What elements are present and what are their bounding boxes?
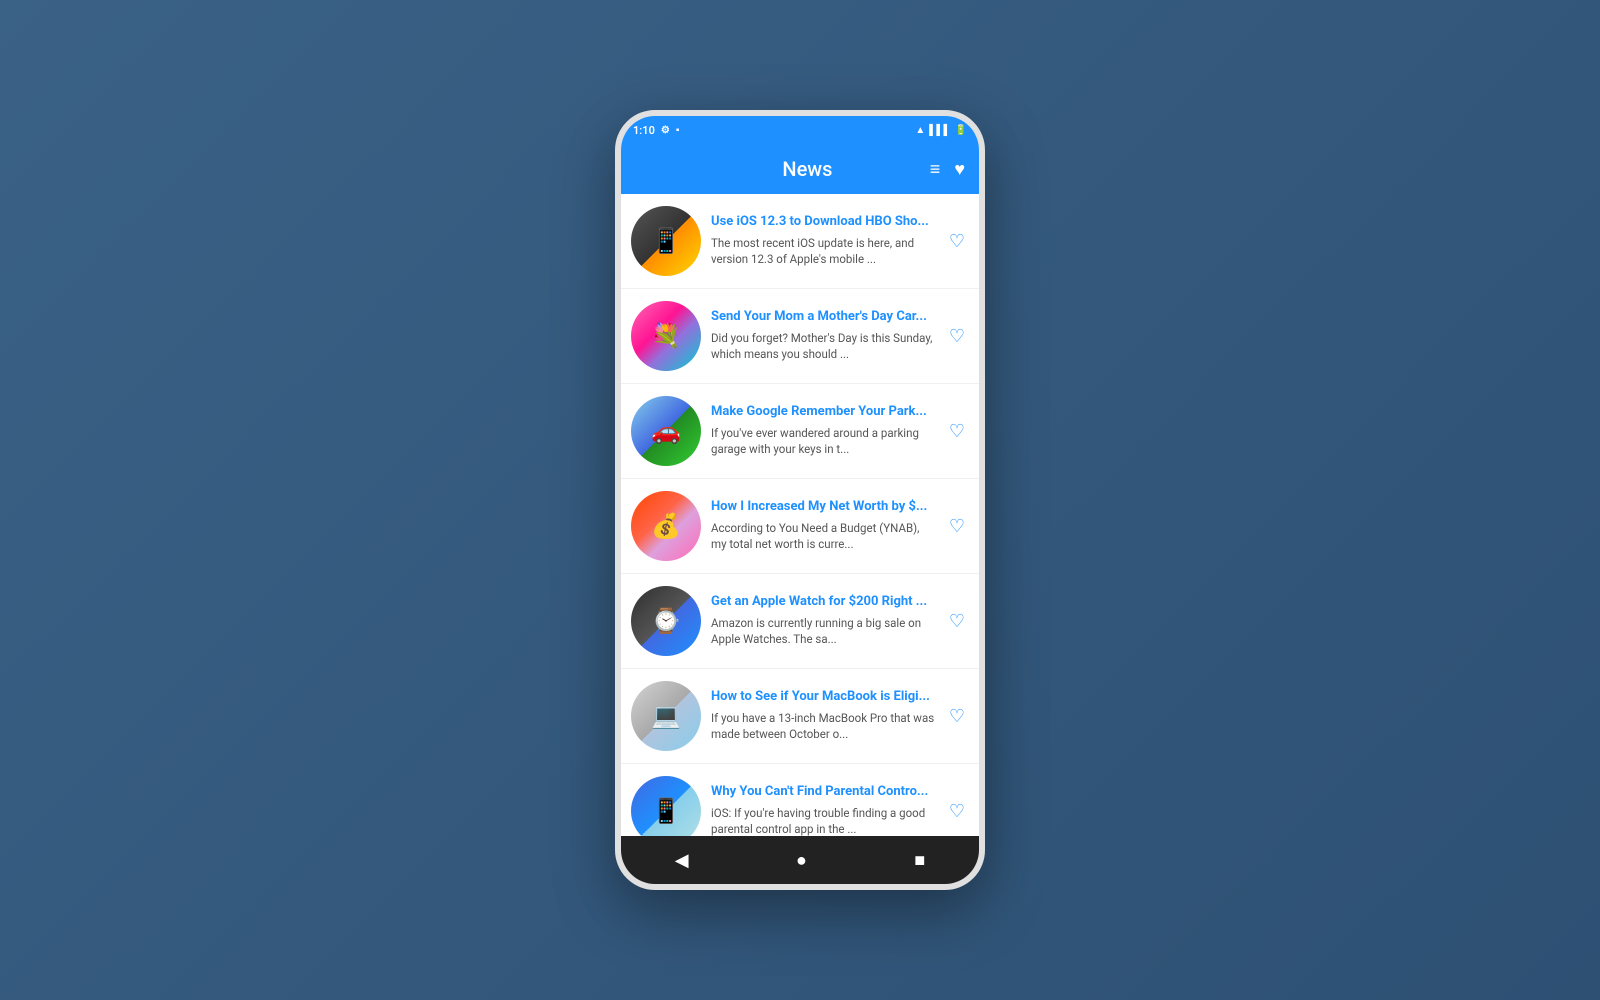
news-thumbnail: 📱 bbox=[631, 206, 701, 276]
signal-icon: ▌▌▌ bbox=[929, 125, 950, 136]
thumb-image: 💻 bbox=[631, 681, 701, 751]
news-title: Send Your Mom a Mother's Day Car... bbox=[711, 309, 935, 326]
back-button[interactable]: ◀ bbox=[659, 842, 705, 879]
news-item[interactable]: 💐 Send Your Mom a Mother's Day Car... Di… bbox=[621, 289, 979, 384]
news-thumbnail: 📱 bbox=[631, 776, 701, 836]
home-button[interactable]: ● bbox=[780, 842, 823, 879]
like-button[interactable]: ♡ bbox=[945, 702, 969, 731]
status-left: 1:10 ⚙ ▪ bbox=[633, 124, 679, 137]
battery-status-icon: ▪ bbox=[676, 125, 680, 136]
news-item[interactable]: 💰 How I Increased My Net Worth by $... A… bbox=[621, 479, 979, 574]
news-content: Get an Apple Watch for $200 Right ... Am… bbox=[711, 594, 935, 647]
news-item[interactable]: 🚗 Make Google Remember Your Park... If y… bbox=[621, 384, 979, 479]
app-bar-title: News bbox=[685, 157, 930, 181]
news-excerpt: If you have a 13-inch MacBook Pro that w… bbox=[711, 710, 935, 742]
news-thumbnail: 💻 bbox=[631, 681, 701, 751]
news-title: Use iOS 12.3 to Download HBO Sho... bbox=[711, 214, 935, 231]
news-content: How I Increased My Net Worth by $... Acc… bbox=[711, 499, 935, 552]
news-title: How I Increased My Net Worth by $... bbox=[711, 499, 935, 516]
news-list: 📱 Use iOS 12.3 to Download HBO Sho... Th… bbox=[621, 194, 979, 836]
settings-icon: ⚙ bbox=[661, 125, 670, 136]
news-thumbnail: ⌚ bbox=[631, 586, 701, 656]
status-bar: 1:10 ⚙ ▪ ▲ ▌▌▌ 🔋 bbox=[621, 116, 979, 144]
news-content: How to See if Your MacBook is Eligi... I… bbox=[711, 689, 935, 742]
like-button[interactable]: ♡ bbox=[945, 227, 969, 256]
like-button[interactable]: ♡ bbox=[945, 417, 969, 446]
status-right: ▲ ▌▌▌ 🔋 bbox=[915, 125, 967, 136]
news-title: Get an Apple Watch for $200 Right ... bbox=[711, 594, 935, 611]
news-item[interactable]: 💻 How to See if Your MacBook is Eligi...… bbox=[621, 669, 979, 764]
battery-icon: 🔋 bbox=[955, 125, 967, 136]
thumb-image: 💐 bbox=[631, 301, 701, 371]
news-excerpt: Amazon is currently running a big sale o… bbox=[711, 615, 935, 647]
news-title: How to See if Your MacBook is Eligi... bbox=[711, 689, 935, 706]
like-button[interactable]: ♡ bbox=[945, 322, 969, 351]
filter-icon[interactable]: ≡ bbox=[930, 159, 941, 180]
thumb-image: 📱 bbox=[631, 776, 701, 836]
news-content: Use iOS 12.3 to Download HBO Sho... The … bbox=[711, 214, 935, 267]
like-button[interactable]: ♡ bbox=[945, 797, 969, 826]
thumb-image: ⌚ bbox=[631, 586, 701, 656]
bottom-nav: ◀ ● ■ bbox=[621, 836, 979, 884]
news-title: Make Google Remember Your Park... bbox=[711, 404, 935, 421]
news-thumbnail: 💐 bbox=[631, 301, 701, 371]
news-content: Why You Can't Find Parental Contro... iO… bbox=[711, 784, 935, 836]
phone-frame: 1:10 ⚙ ▪ ▲ ▌▌▌ 🔋 News ≡ ♥ 📱 Use iOS 12.3… bbox=[615, 110, 985, 890]
news-excerpt: Did you forget? Mother's Day is this Sun… bbox=[711, 330, 935, 362]
time-display: 1:10 bbox=[633, 124, 655, 137]
wifi-icon: ▲ bbox=[915, 125, 925, 136]
news-excerpt: If you've ever wandered around a parking… bbox=[711, 425, 935, 457]
news-thumbnail: 🚗 bbox=[631, 396, 701, 466]
news-excerpt: According to You Need a Budget (YNAB), m… bbox=[711, 520, 935, 552]
like-button[interactable]: ♡ bbox=[945, 512, 969, 541]
news-item[interactable]: 📱 Why You Can't Find Parental Contro... … bbox=[621, 764, 979, 836]
news-thumbnail: 💰 bbox=[631, 491, 701, 561]
favorites-icon[interactable]: ♥ bbox=[954, 159, 965, 180]
news-excerpt: iOS: If you're having trouble finding a … bbox=[711, 805, 935, 836]
app-bar: News ≡ ♥ bbox=[621, 144, 979, 194]
news-excerpt: The most recent iOS update is here, and … bbox=[711, 235, 935, 267]
thumb-image: 📱 bbox=[631, 206, 701, 276]
news-item[interactable]: ⌚ Get an Apple Watch for $200 Right ... … bbox=[621, 574, 979, 669]
news-content: Make Google Remember Your Park... If you… bbox=[711, 404, 935, 457]
news-title: Why You Can't Find Parental Contro... bbox=[711, 784, 935, 801]
app-bar-icons: ≡ ♥ bbox=[930, 159, 965, 180]
thumb-image: 🚗 bbox=[631, 396, 701, 466]
news-item[interactable]: 📱 Use iOS 12.3 to Download HBO Sho... Th… bbox=[621, 194, 979, 289]
like-button[interactable]: ♡ bbox=[945, 607, 969, 636]
news-content: Send Your Mom a Mother's Day Car... Did … bbox=[711, 309, 935, 362]
thumb-image: 💰 bbox=[631, 491, 701, 561]
recents-button[interactable]: ■ bbox=[898, 842, 941, 879]
